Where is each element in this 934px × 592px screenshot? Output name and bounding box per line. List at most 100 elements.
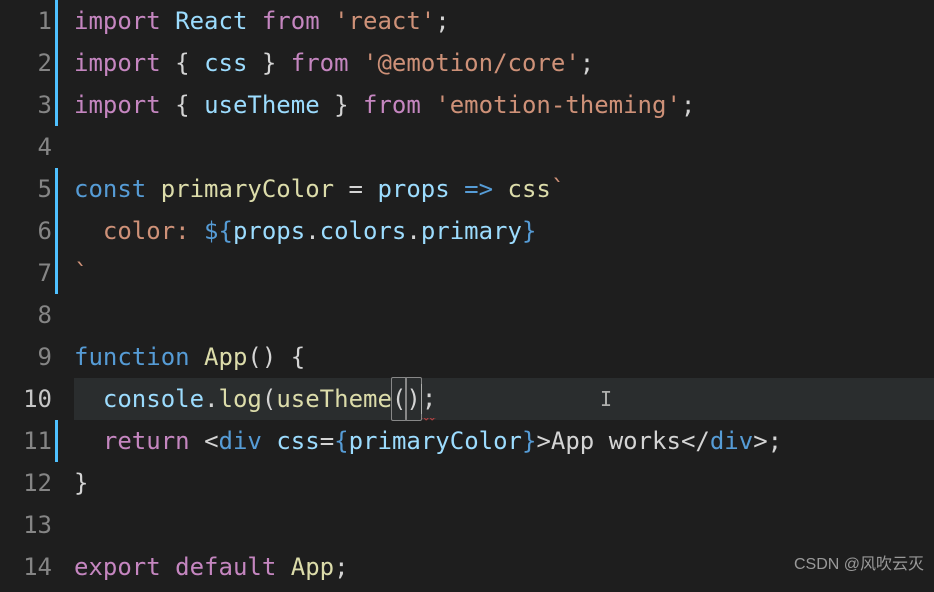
token [450,168,464,210]
modified-indicator [55,252,58,294]
token: console [103,378,204,420]
token: > [536,420,550,462]
token [334,168,348,210]
token: primaryColor [349,420,522,462]
code-line[interactable]: ` [74,252,934,294]
token [262,420,276,462]
modified-indicator [55,42,58,84]
token: () [247,336,276,378]
token: React [175,0,247,42]
token: css [508,168,551,210]
token: from [262,0,320,42]
code-line[interactable]: return <div css={primaryColor}>App works… [74,420,934,462]
token: 'emotion-theming' [435,84,681,126]
token: ` [551,168,565,210]
token: color: [74,210,204,252]
line-number-gutter: 1234567891011121314 [0,0,58,592]
modified-indicator [55,210,58,252]
token: return [103,420,190,462]
token: colors [320,210,407,252]
modified-indicator [55,168,58,210]
line-number: 9 [0,336,52,378]
token: App [291,546,334,588]
token: = [349,168,363,210]
token [161,42,175,84]
token: { [175,42,204,84]
token: div [710,420,753,462]
token [276,42,290,84]
code-line[interactable]: import { useTheme } from 'emotion-themin… [74,84,934,126]
token [247,0,261,42]
line-number: 6 [0,210,52,252]
token [74,378,103,420]
token: from [291,42,349,84]
line-number: 4 [0,126,52,168]
code-line[interactable] [74,126,934,168]
token: const [74,168,146,210]
token: >; [753,420,782,462]
line-number: 8 [0,294,52,336]
token [276,336,290,378]
token [190,420,204,462]
token [349,42,363,84]
code-line[interactable]: import React from 'react'; [74,0,934,42]
token: css [276,420,319,462]
code-line[interactable]: function App() { [74,336,934,378]
token: primaryColor [161,168,334,210]
token: props [377,168,449,210]
token: App [204,336,247,378]
token [421,84,435,126]
watermark: CSDN @风吹云灭 [794,544,924,586]
token [146,168,160,210]
token [190,336,204,378]
code-line[interactable]: } [74,462,934,504]
token: import [74,42,161,84]
line-number: 12 [0,462,52,504]
token: . [406,210,420,252]
token [276,546,290,588]
token: function [74,336,190,378]
token [74,420,103,462]
token: } [522,420,536,462]
token: = [320,420,334,462]
token: ; [580,42,594,84]
code-line[interactable]: import { css } from '@emotion/core'; [74,42,934,84]
token: log [219,378,262,420]
token: css [204,42,247,84]
code-line[interactable] [74,504,934,546]
token: primary [421,210,522,252]
token [161,546,175,588]
code-line[interactable]: console.log(useTheme(); [74,378,934,420]
token: 'react' [334,0,435,42]
code-line[interactable]: const primaryColor = props => css` [74,168,934,210]
token: useTheme [204,84,320,126]
code-area[interactable]: import React from 'react';import { css }… [58,0,934,592]
token: ) [405,377,421,421]
token: export [74,546,161,588]
token: import [74,84,161,126]
line-number: 2 [0,42,52,84]
line-number: 13 [0,504,52,546]
token [161,84,175,126]
token: ; [334,546,348,588]
line-number: 1 [0,0,52,42]
token [320,0,334,42]
code-editor[interactable]: 1234567891011121314 import React from 'r… [0,0,934,592]
token: ${ [204,210,233,252]
token: default [175,546,276,588]
token [493,168,507,210]
line-number: 14 [0,546,52,588]
code-line[interactable]: color: ${props.colors.primary} [74,210,934,252]
modified-indicator [55,420,58,462]
token: } [74,462,88,504]
token: import [74,0,161,42]
token: from [363,84,421,126]
token: { [291,336,305,378]
token: { [175,84,204,126]
token: '@emotion/core' [363,42,580,84]
token: ; [422,377,436,421]
line-number: 3 [0,84,52,126]
line-number: 7 [0,252,52,294]
token: . [305,210,319,252]
code-line[interactable] [74,294,934,336]
